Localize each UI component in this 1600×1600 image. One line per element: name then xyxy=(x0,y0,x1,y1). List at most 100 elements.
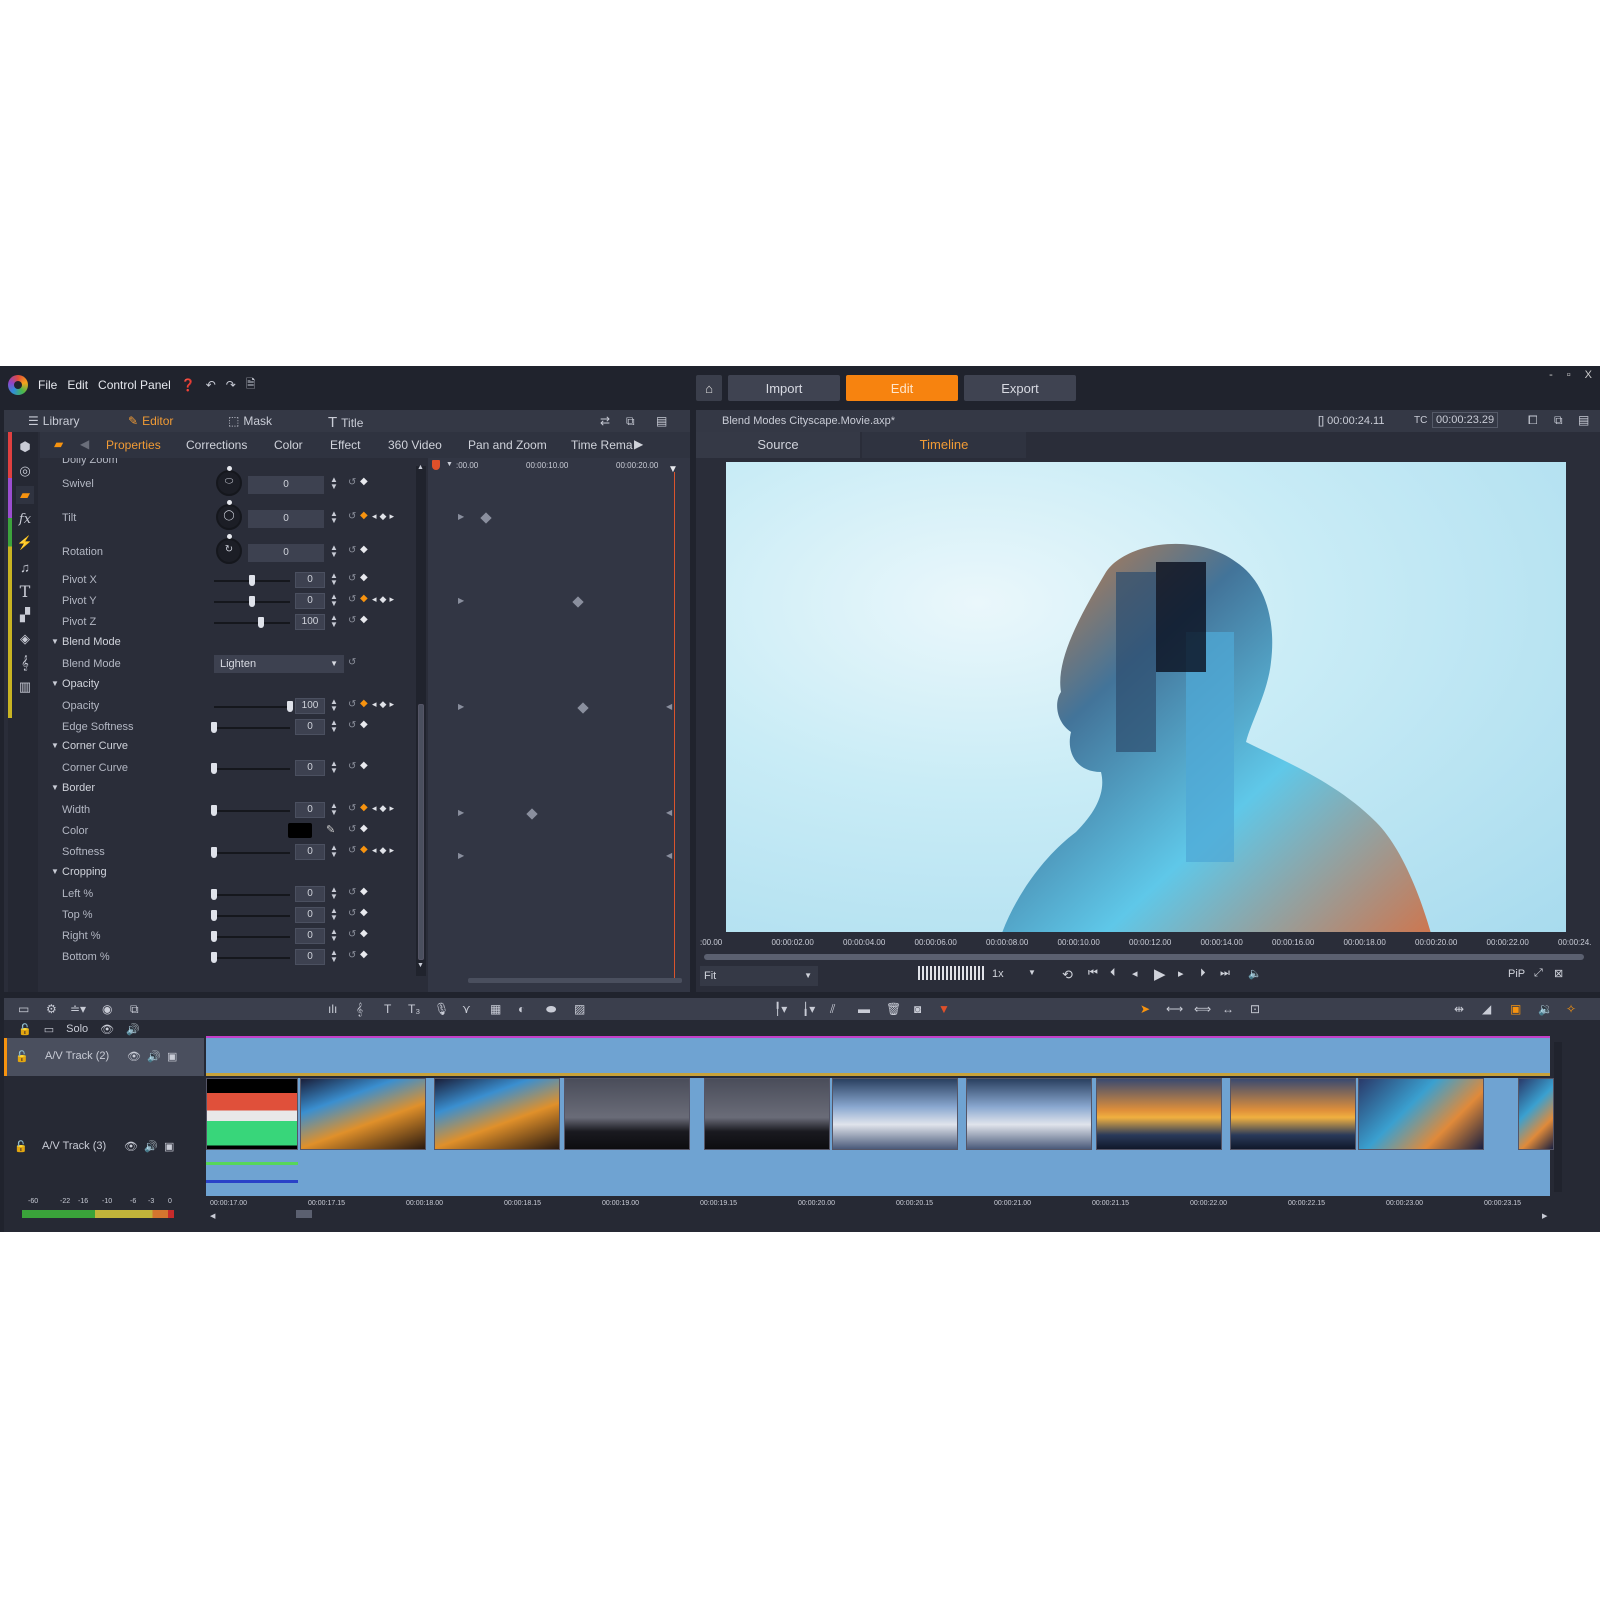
clip-thumbnail-sunset[interactable] xyxy=(1230,1078,1356,1150)
reset-icon[interactable]: ↺ xyxy=(348,511,356,522)
tilt-dial[interactable]: ◯ xyxy=(216,500,242,530)
subtab-corrections[interactable]: Corrections xyxy=(186,438,247,452)
rotation-dial[interactable]: ↻ xyxy=(216,534,242,564)
playhead-line[interactable] xyxy=(674,472,675,982)
reset-icon[interactable]: ↺ xyxy=(348,699,356,710)
transition-icon[interactable]: ⋎ xyxy=(462,1002,471,1016)
treble-clef-icon[interactable]: 𝄞 xyxy=(16,654,34,672)
section-opacity[interactable]: ▼ Opacity xyxy=(40,674,414,694)
crop-right-input[interactable]: 0 xyxy=(295,928,325,944)
chevron-down-icon[interactable]: ▼ xyxy=(446,461,453,468)
microphone-icon[interactable]: 🎙 xyxy=(434,1002,449,1016)
keyframe-nav[interactable]: ◂◆▸ xyxy=(372,845,397,856)
magnet-icon[interactable]: ⇹ xyxy=(1454,1002,1464,1016)
help-icon[interactable]: ❓ xyxy=(181,378,196,392)
text-icon[interactable]: T xyxy=(16,582,34,601)
corner-curve-input[interactable]: 0 xyxy=(295,760,325,776)
border-softness-spinner[interactable]: ▲ ▼ xyxy=(330,844,338,859)
reset-icon[interactable]: ↺ xyxy=(348,803,356,814)
go-to-end-icon[interactable]: ⏭ xyxy=(1220,967,1230,980)
keyframe-marker[interactable] xyxy=(526,808,538,820)
crop-right-slider[interactable] xyxy=(211,931,290,942)
keyframe-nav[interactable]: ◂◆▸ xyxy=(372,699,397,710)
swivel-input[interactable]: 0 xyxy=(248,476,324,494)
chevron-down-icon[interactable]: ▼ xyxy=(1028,968,1036,977)
settings-icon[interactable]: ⚙ xyxy=(46,1002,57,1016)
rotation-spinner[interactable]: ▲ ▼ xyxy=(330,544,338,559)
reset-icon[interactable]: ↺ xyxy=(348,845,356,856)
crop-top-input[interactable]: 0 xyxy=(295,907,325,923)
keyframe-nav[interactable]: ◂◆▸ xyxy=(372,594,397,605)
keyframe-active-icon[interactable]: ◆ xyxy=(360,698,368,709)
keyframe-active-icon[interactable]: ◆ xyxy=(360,510,368,521)
tab-source[interactable]: Source xyxy=(696,432,860,458)
pivot-y-slider[interactable] xyxy=(214,596,290,607)
slider-handle[interactable] xyxy=(211,889,217,900)
tilt-input[interactable]: 0 xyxy=(248,510,324,528)
keyframe-active-icon[interactable]: ◆ xyxy=(360,844,368,855)
edge-softness-input[interactable]: 0 xyxy=(295,719,325,735)
voiceover-icon[interactable]: 🔉 xyxy=(1538,1002,1553,1016)
layout-icon[interactable]: ▤ xyxy=(656,414,667,428)
multicam-icon[interactable]: ▦ xyxy=(490,1002,501,1016)
zoom-select[interactable]: Fit ▼ xyxy=(700,966,818,986)
collapse-icon[interactable]: ▼ xyxy=(51,679,59,688)
home-button[interactable]: ⌂ xyxy=(696,375,722,401)
timecode-field[interactable]: 00:00:23.29 xyxy=(1432,412,1499,428)
keyframe-marker[interactable] xyxy=(572,596,584,608)
tab-mask[interactable]: ⬚ Mask xyxy=(228,414,272,428)
visibility-icon[interactable]: 👁 xyxy=(100,1023,114,1036)
tilt-spinner[interactable]: ▲ ▼ xyxy=(330,510,338,525)
undo-icon[interactable]: ↶ xyxy=(206,378,216,392)
timeline-ruler[interactable]: 00:00:17.00 00:00:17.15 00:00:18.00 00:00:1… xyxy=(210,1198,1590,1212)
lightning-icon[interactable]: ⚡ xyxy=(16,534,34,552)
crop-bottom-spinner[interactable]: ▲ ▼ xyxy=(330,949,338,964)
section-border[interactable]: ▼ Border xyxy=(40,778,414,798)
rotation-input[interactable]: 0 xyxy=(248,544,324,562)
scrub-icon[interactable]: ▣ xyxy=(1510,1002,1521,1016)
lock-icon[interactable]: 🔓 xyxy=(14,1140,28,1153)
opacity-slider[interactable] xyxy=(214,701,293,712)
corner-curve-spinner[interactable]: ▲ ▼ xyxy=(330,760,338,775)
prev-marker-icon[interactable]: ⏴ xyxy=(1110,967,1116,980)
tracks-scrollbar[interactable] xyxy=(1554,1042,1562,1192)
speed-select[interactable]: 1x xyxy=(992,968,1004,980)
folder-icon[interactable]: ▰ xyxy=(16,486,34,504)
collapse-icon[interactable]: ▼ xyxy=(51,867,59,876)
clip-thumbnail-milky-way[interactable] xyxy=(704,1078,830,1150)
slider-handle[interactable] xyxy=(211,910,217,921)
volume-icon[interactable]: 🔈 xyxy=(1248,967,1262,980)
next-marker-icon[interactable]: ⏵ xyxy=(1200,967,1206,980)
playhead-marker-icon[interactable] xyxy=(432,460,440,470)
eyedropper-icon[interactable]: ✎ xyxy=(326,823,335,836)
redo-icon[interactable]: ↷ xyxy=(226,378,236,392)
keyframe-icon[interactable]: ◆ xyxy=(360,572,368,583)
fx-icon[interactable]: fx xyxy=(16,510,34,528)
slider-handle[interactable] xyxy=(211,952,217,963)
step-forward-icon[interactable]: ▸ xyxy=(1178,967,1184,980)
pip-button[interactable]: PiP xyxy=(1508,968,1525,980)
crop-top-slider[interactable] xyxy=(211,910,290,921)
keyframe-nav[interactable]: ◂◆▸ xyxy=(372,803,397,814)
camera-icon[interactable]: ▣ xyxy=(164,1140,174,1153)
blend-icon[interactable]: ⬬ xyxy=(546,1002,556,1017)
jog-shuttle[interactable] xyxy=(918,966,984,980)
popout-icon[interactable]: ⧉ xyxy=(626,414,635,429)
pivot-y-spinner[interactable]: ▲ ▼ xyxy=(330,593,338,608)
keyframe-icon[interactable]: ◆ xyxy=(360,907,368,918)
timeline-zoom-thumb[interactable] xyxy=(296,1210,312,1218)
visibility-icon[interactable]: 👁 xyxy=(124,1140,138,1153)
safe-area-icon[interactable]: ⊠ xyxy=(1554,967,1563,980)
tab-library[interactable]: ☰ Library xyxy=(28,414,79,428)
subtab-effect[interactable]: Effect xyxy=(330,438,360,452)
collapse-icon[interactable]: ▼ xyxy=(51,741,59,750)
music-score-icon[interactable]: 𝄞 xyxy=(356,1002,363,1017)
tab-timeline[interactable]: Timeline xyxy=(862,432,1026,458)
solo-button[interactable]: Solo xyxy=(66,1023,88,1035)
pivot-x-input[interactable]: 0 xyxy=(295,572,325,588)
edge-softness-slider[interactable] xyxy=(211,722,290,733)
audio-icon[interactable]: 🔊 xyxy=(147,1050,161,1063)
reset-icon[interactable]: ↺ xyxy=(348,761,356,772)
clip-thumbnail-crosswalk[interactable] xyxy=(966,1078,1092,1150)
section-cropping[interactable]: ▼ Cropping xyxy=(40,862,414,882)
